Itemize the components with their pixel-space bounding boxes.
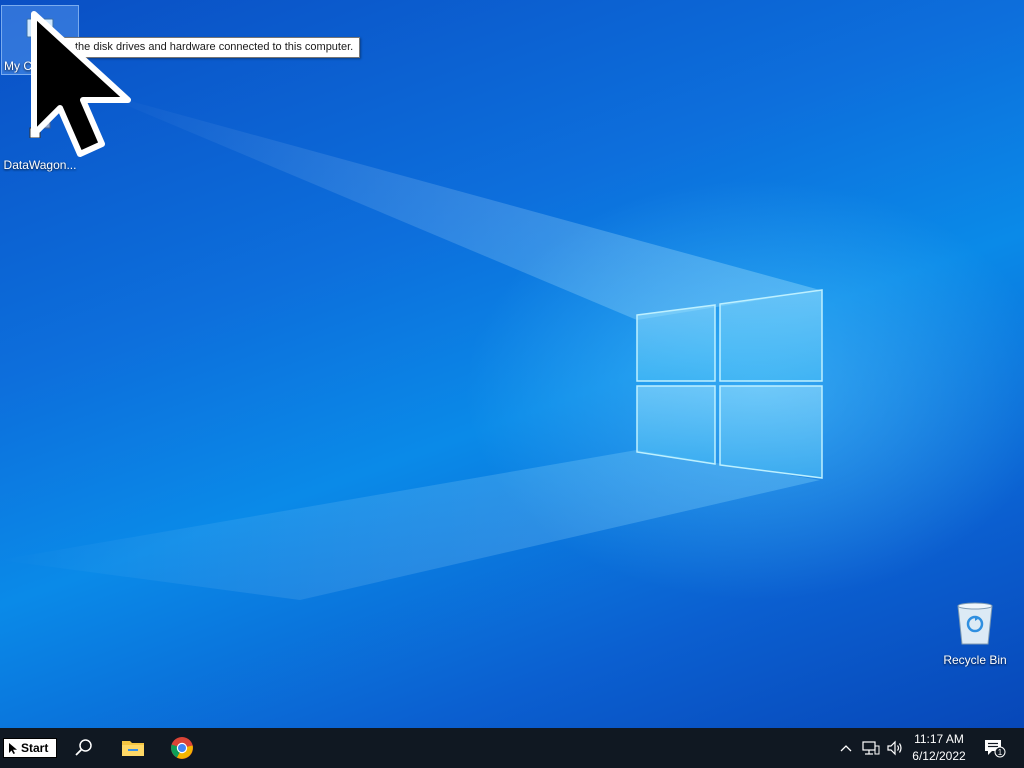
- notification-icon: 1: [985, 740, 1006, 758]
- datawagon-shortcut-icon: [29, 107, 51, 139]
- desktop-icon-label: DataWagon...: [3, 158, 77, 172]
- volume-button[interactable]: [884, 728, 906, 768]
- volume-icon: [887, 740, 902, 756]
- show-hidden-icons-button[interactable]: [836, 728, 856, 768]
- notification-count: 1: [998, 748, 1003, 757]
- taskbar: Start 11:17 AM 6/12/2022 1: [0, 728, 1024, 768]
- desktop-wallpaper[interactable]: My Computer DataWagon... Recycle Bin the…: [0, 0, 1024, 728]
- computer-icon: [26, 18, 54, 43]
- windows-logo: [636, 289, 823, 479]
- desktop-icon-label: Recycle Bin: [943, 653, 1007, 667]
- chrome-icon: [171, 737, 193, 759]
- search-icon: [75, 739, 92, 756]
- desktop-icon-label: My Computer: [3, 59, 77, 73]
- recycle-bin-icon: [957, 602, 993, 645]
- network-button[interactable]: [860, 728, 882, 768]
- clock-time: 11:17 AM: [914, 732, 964, 746]
- taskbar-chrome-button[interactable]: [162, 728, 202, 768]
- clock-date: 6/12/2022: [912, 749, 966, 763]
- network-icon: [862, 741, 880, 755]
- desktop-icon-recycle-bin[interactable]: Recycle Bin: [937, 600, 1013, 670]
- file-explorer-icon: [122, 741, 144, 756]
- wallpaper-light-beams: [0, 90, 820, 600]
- taskbar-file-explorer-button[interactable]: [113, 728, 153, 768]
- start-label: Start: [21, 741, 49, 755]
- tooltip: the disk drives and hardware connected t…: [62, 37, 361, 58]
- start-button[interactable]: Start: [3, 738, 57, 758]
- chevron-up-icon: [840, 745, 852, 752]
- desktop-icon-datawagon[interactable]: DataWagon...: [2, 104, 78, 174]
- taskbar-clock[interactable]: 11:17 AM 6/12/2022: [906, 731, 972, 765]
- start-arrow-icon: [9, 743, 17, 754]
- taskbar-search-button[interactable]: [64, 728, 104, 768]
- action-center-button[interactable]: 1: [980, 728, 1010, 768]
